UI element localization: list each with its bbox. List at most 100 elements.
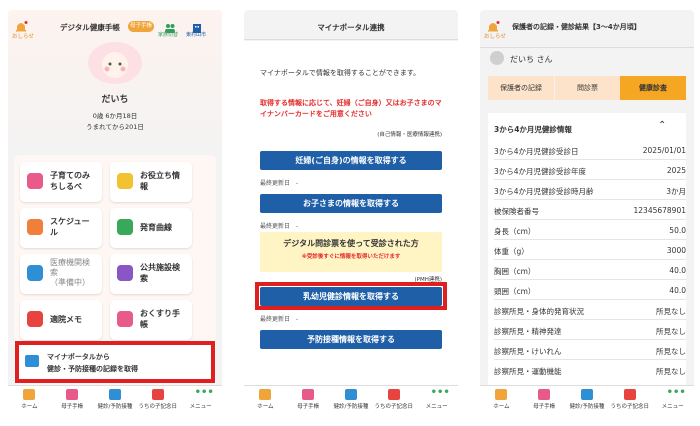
get-pregnant-info-button[interactable]: 妊婦(ご自身)の情報を取得する <box>260 151 442 170</box>
nav-anniversary[interactable]: うちの子記念日 <box>609 386 651 410</box>
nav-label: 母子手帳 <box>297 404 320 410</box>
nav-home[interactable]: ホーム <box>8 386 50 410</box>
menu-label: 子育てのみ ちしるべ <box>50 171 90 191</box>
city-icon[interactable] <box>192 18 202 33</box>
city-label[interactable]: 東村山市 <box>186 31 206 38</box>
calendar-icon <box>27 219 43 235</box>
digital-questionnaire-banner: デジタル問診票を使って受診された方 ※受診後すぐに情報を取得いただけます <box>260 232 442 272</box>
table-row: 体重（g） 3000 <box>494 241 686 260</box>
table-row: 胸囲（cm） 40.0 <box>494 261 686 280</box>
menu-card-medicine[interactable]: おくすり手 帳 <box>110 300 192 340</box>
nav-menu[interactable]: ••• メニュー <box>180 386 222 411</box>
nav-checkups[interactable]: 健診/予防接種 <box>94 386 136 410</box>
child-avatar[interactable] <box>88 42 142 84</box>
nav-label: うちの子記念日 <box>138 404 178 410</box>
child-badge[interactable]: 母子手帳 <box>128 21 154 32</box>
row-value: 所見なし <box>656 327 686 336</box>
nav-menu[interactable]: ••• メニュー <box>652 386 694 411</box>
nav-anniversary[interactable]: うちの子記念日 <box>137 386 179 410</box>
nav-handbook[interactable]: 母子手帳 <box>51 386 93 410</box>
nav-label: 健診/予防接種 <box>333 404 369 410</box>
child-days: うまれてから201日 <box>86 123 144 131</box>
row-key: 被保険者番号 <box>494 207 539 216</box>
bookmark-icon <box>27 173 43 189</box>
nav-label: 健診/予防接種 <box>97 404 133 410</box>
more-icon: ••• <box>194 387 214 398</box>
tab-guardian-record[interactable]: 保護者の記録 <box>488 76 554 100</box>
row-key: 胸囲（cm） <box>494 267 536 276</box>
page-title: マイナポータル連携 <box>317 23 385 32</box>
cake-icon <box>623 389 636 400</box>
nav-home[interactable]: ホーム <box>480 386 522 410</box>
nav-handbook[interactable]: 母子手帳 <box>523 386 565 410</box>
nav-anniversary[interactable]: うちの子記念日 <box>373 386 415 410</box>
child-age: 0歳 6か月18日 <box>92 112 138 120</box>
bottom-nav: ホーム 母子手帳 健診/予防接種 うちの子記念日 ••• メニュー <box>8 385 222 415</box>
page-title: 保護者の記録・健診結果【3～4か月頃】 <box>512 23 641 31</box>
nav-checkups[interactable]: 健診/予防接種 <box>566 386 608 410</box>
notice-bell-icon[interactable] <box>486 18 500 32</box>
get-vaccine-info-button[interactable]: 予防接種情報を取得する <box>260 330 442 349</box>
bar-chart-icon <box>117 219 133 235</box>
last-updated-label: 最終更新日 - <box>260 180 299 187</box>
chevron-up-icon[interactable]: ⌃ <box>658 120 666 131</box>
home-icon <box>495 389 508 400</box>
menu-card-schedule[interactable]: スケジュー ル <box>20 208 102 248</box>
row-value: 2025 <box>666 166 686 175</box>
row-value: 50.0 <box>669 226 686 235</box>
banner-subtitle: ※受診後すぐに情報を取得いただけます <box>301 254 401 260</box>
menu-card-useful-info[interactable]: お役立ち情 報 <box>110 162 192 202</box>
mynaportal-link[interactable]: マイナポータルから 健診・予防接種の記録を取得 <box>15 341 215 383</box>
menu-label: 公共施設検 索 <box>140 263 180 283</box>
table-row: 3から4か月児健診受診年度 2025 <box>494 161 686 180</box>
notice-bell-icon[interactable] <box>14 18 28 32</box>
get-infant-checkup-button[interactable]: 乳幼児健診情報を取得する <box>260 287 442 306</box>
tab-health-checkup[interactable]: 健康診査 <box>620 76 686 100</box>
row-key: 体重（g） <box>494 247 529 256</box>
row-value: 12345678901 <box>633 206 687 215</box>
row-key: 診察所見・けいれん <box>494 347 562 356</box>
row-key: 3から4か月児健診受診日 <box>494 147 579 156</box>
calendar-icon <box>344 389 357 400</box>
pill-icon <box>117 311 133 327</box>
menu-card-facility-search[interactable]: 公共施設検 索 <box>110 254 192 294</box>
row-value: 所見なし <box>656 367 686 376</box>
banner-title: デジタル問診票を使って受診された方 <box>283 239 419 248</box>
menu-label: 適院メモ <box>50 315 82 324</box>
nav-label: メニュー <box>425 404 448 410</box>
menu-label: 医療機関検 索 （準備中） <box>50 258 90 287</box>
row-key: 診察所見・運動機能 <box>494 367 562 376</box>
mynaportal-line1: マイナポータルから <box>47 353 110 361</box>
divider <box>480 47 694 48</box>
cake-icon <box>387 389 400 400</box>
calendar-icon <box>580 389 593 400</box>
family-switch-icon[interactable] <box>164 18 176 33</box>
row-value: 40.0 <box>669 266 686 275</box>
nav-label: 母子手帳 <box>533 404 556 410</box>
note-text: (自己情報・医療情報連携) <box>377 132 442 138</box>
menu-card-growth-curve[interactable]: 発育曲線 <box>110 208 192 248</box>
nav-home[interactable]: ホーム <box>244 386 286 410</box>
nav-label: うちの子記念日 <box>374 404 414 410</box>
nav-label: メニュー <box>189 404 212 410</box>
tab-questionnaire[interactable]: 問診票 <box>554 76 620 100</box>
home-icon <box>23 389 36 400</box>
nav-label: ホーム <box>493 404 510 410</box>
handbook-icon <box>66 389 79 400</box>
menu-card-memo[interactable]: 適院メモ <box>20 300 102 340</box>
nav-handbook[interactable]: 母子手帳 <box>287 386 329 410</box>
nav-checkups[interactable]: 健診/予防接種 <box>330 386 372 410</box>
house-icon <box>117 265 133 281</box>
menu-card-guide[interactable]: 子育てのみ ちしるべ <box>20 162 102 202</box>
memo-icon <box>27 311 43 327</box>
row-key: 診察所見・精神発達 <box>494 327 562 336</box>
app-title: デジタル健康手帳 <box>60 23 120 32</box>
row-value: 3000 <box>666 246 686 255</box>
home-icon <box>259 389 272 400</box>
get-child-info-button[interactable]: お子さまの情報を取得する <box>260 194 442 213</box>
handbook-icon <box>538 389 551 400</box>
mynaportal-screen: マイナポータル連携 マイナポータルで情報を取得することができます。 取得する情報… <box>244 10 458 415</box>
family-switch-label[interactable]: 家族切替 <box>158 31 178 38</box>
nav-menu[interactable]: ••• メニュー <box>416 386 458 411</box>
bottom-nav: ホーム 母子手帳 健診/予防接種 うちの子記念日 ••• メニュー <box>480 385 694 415</box>
